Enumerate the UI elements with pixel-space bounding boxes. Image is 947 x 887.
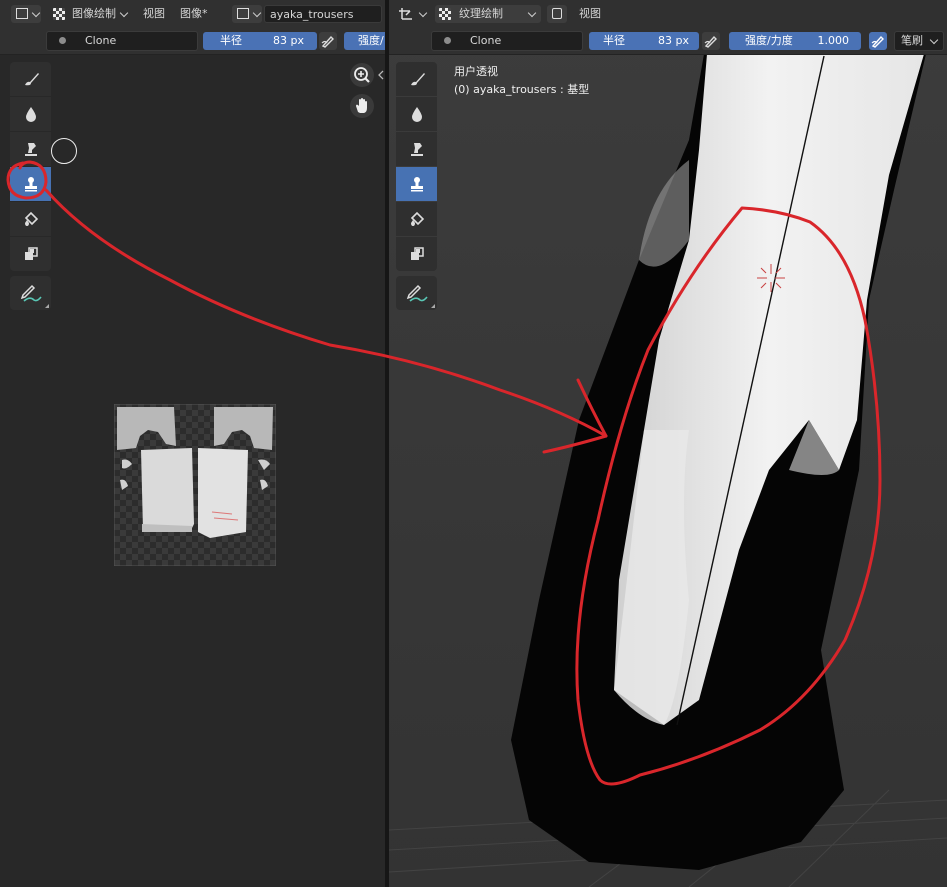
strength-label: 强度/力度: [745, 34, 793, 47]
brush-selector[interactable]: Clone: [431, 31, 583, 51]
pan-button[interactable]: [350, 94, 374, 118]
brush-name: Clone: [85, 34, 117, 47]
tool-smear[interactable]: [396, 132, 437, 166]
mode-label: 图像绘制: [72, 7, 116, 20]
chevron-down-icon: [31, 8, 41, 18]
object-info: (0) ayaka_trousers : 基型: [454, 83, 590, 96]
menu-image[interactable]: 图像*: [180, 5, 208, 23]
brush-icon: [444, 37, 451, 44]
tool-soften[interactable]: [10, 97, 51, 131]
annotate-icon: [20, 284, 42, 302]
radius-pressure-button[interactable]: [702, 32, 720, 50]
mask-icon: [25, 247, 38, 260]
smear-icon: [25, 143, 37, 156]
chevron-down-icon: [252, 8, 262, 18]
tool-mask[interactable]: [396, 237, 437, 271]
checker-icon: [439, 8, 451, 20]
brush-name: Clone: [470, 34, 502, 47]
zoom-button[interactable]: [350, 63, 374, 87]
slots-button[interactable]: [547, 5, 567, 23]
mode-label: 纹理绘制: [459, 7, 503, 20]
3d-viewport-icon: [399, 8, 412, 20]
draw-brush-icon: [25, 73, 39, 86]
image-editor-header: 图像绘制 视图 图像* ayaka_trousers: [0, 0, 385, 28]
mode-selector[interactable]: 图像绘制: [52, 5, 132, 23]
strength-field[interactable]: 强度/力度 1.000: [729, 32, 861, 50]
tool-clone[interactable]: [396, 167, 437, 201]
tool-variants-indicator: [431, 304, 435, 308]
viewport-scene: [389, 0, 947, 887]
radius-label: 半径: [220, 34, 242, 47]
pen-pressure-icon: [871, 35, 884, 48]
annotate-icon: [406, 284, 428, 302]
tool-draw[interactable]: [396, 62, 437, 96]
mode-selector[interactable]: 纹理绘制: [435, 5, 541, 23]
view-name: 用户透视: [454, 65, 498, 78]
radius-field[interactable]: 半径 83 px: [589, 32, 699, 50]
zoom-in-icon: [354, 67, 370, 83]
editor-type-menu[interactable]: [398, 5, 428, 23]
draw-brush-icon: [411, 73, 425, 86]
radius-value: 83 px: [273, 34, 304, 47]
chevron-down-icon: [929, 35, 939, 45]
radius-value: 83 px: [658, 34, 689, 47]
checker-icon: [53, 8, 65, 20]
tool-soften[interactable]: [396, 97, 437, 131]
chevron-left-icon[interactable]: [377, 70, 385, 80]
radius-field[interactable]: 半径 83 px: [203, 32, 317, 50]
brush-cursor: [51, 138, 77, 164]
menu-view[interactable]: 视图: [143, 5, 165, 23]
tool-fill[interactable]: [396, 202, 437, 236]
tool-fill[interactable]: [10, 202, 51, 236]
radius-label: 半径: [603, 34, 625, 47]
image-name-field[interactable]: ayaka_trousers: [264, 5, 382, 23]
tool-annotate[interactable]: [396, 276, 437, 310]
tool-mask[interactable]: [10, 237, 51, 271]
brush-menu-label: 笔刷: [901, 34, 923, 47]
image-editor-tool-header: Clone 半径 83 px 强度/: [0, 28, 385, 55]
brush-selector[interactable]: Clone: [46, 31, 198, 51]
soften-icon: [26, 107, 36, 122]
pen-pressure-icon: [704, 35, 717, 48]
radius-pressure-button[interactable]: [319, 32, 337, 50]
smear-icon: [411, 143, 423, 156]
tool-variants-indicator: [45, 304, 49, 308]
chevron-down-icon: [418, 8, 428, 18]
fill-icon: [24, 211, 39, 226]
hand-icon: [356, 98, 367, 113]
soften-icon: [412, 107, 422, 122]
chevron-down-icon: [527, 8, 537, 18]
image-icon: [237, 8, 249, 19]
fill-icon: [410, 211, 425, 226]
strength-value: 1.000: [817, 34, 850, 47]
3d-viewport[interactable]: 纹理绘制 视图 Clone 半径 83 px 强度/力度 1.000 笔刷 用户…: [389, 0, 947, 887]
pen-pressure-icon: [321, 35, 334, 48]
viewport-header: 纹理绘制 视图: [389, 0, 947, 28]
brush-menu[interactable]: 笔刷: [894, 31, 944, 51]
clone-stamp-icon: [411, 177, 423, 192]
image-editor-icon: [16, 8, 28, 19]
strength-label: 强度/: [358, 34, 384, 47]
image-browse-button[interactable]: [232, 5, 262, 23]
chevron-down-icon: [119, 8, 129, 18]
tool-smear[interactable]: [10, 132, 51, 166]
menu-view[interactable]: 视图: [579, 5, 601, 23]
brush-icon: [59, 37, 66, 44]
strength-pressure-button[interactable]: [869, 32, 887, 50]
image-editor: 图像绘制 视图 图像* ayaka_trousers Clone 半径 83 p…: [0, 0, 385, 887]
editor-type-menu[interactable]: [11, 5, 41, 23]
strength-field[interactable]: 强度/: [344, 32, 385, 50]
mask-icon: [411, 247, 424, 260]
clone-stamp-icon: [25, 177, 37, 192]
texture-preview: [114, 404, 276, 566]
viewport-tool-header: Clone 半径 83 px 强度/力度 1.000 笔刷: [389, 28, 947, 55]
copy-icon: [552, 8, 562, 19]
tool-annotate[interactable]: [10, 276, 51, 310]
tool-draw[interactable]: [10, 62, 51, 96]
tool-clone[interactable]: [10, 167, 51, 201]
